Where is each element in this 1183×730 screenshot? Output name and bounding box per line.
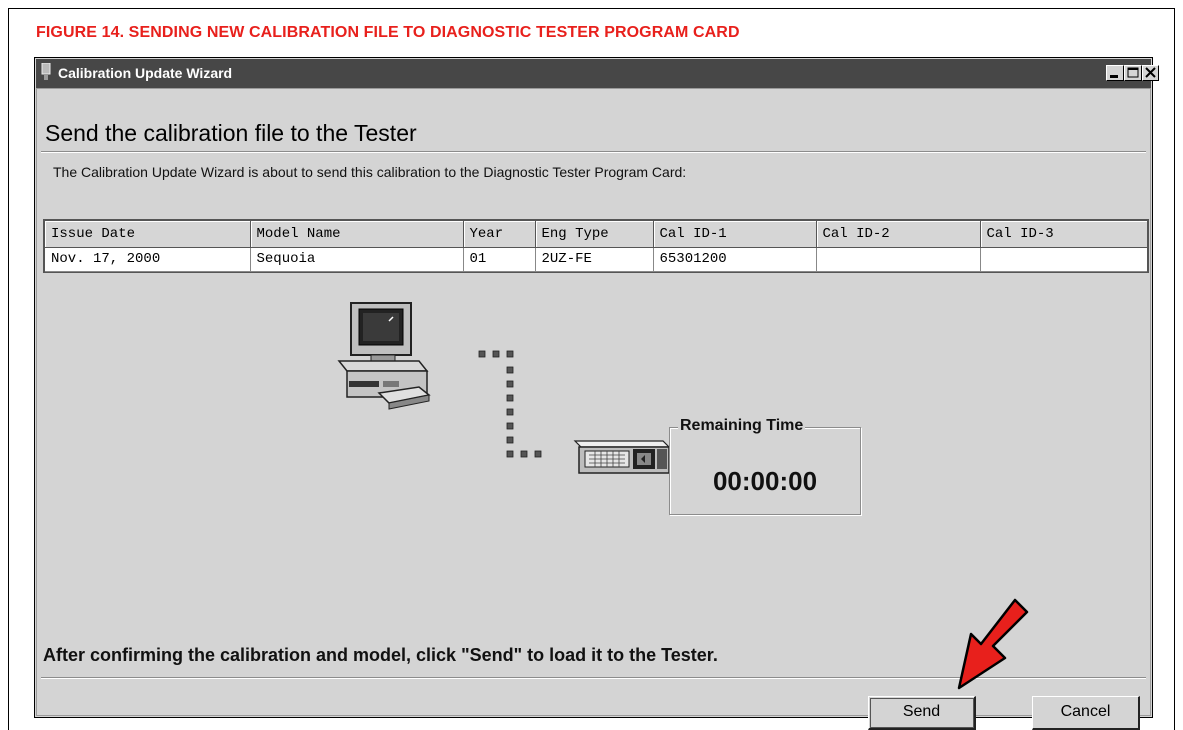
- column-header[interactable]: Cal ID-2: [816, 221, 981, 248]
- table-cell: Sequoia: [250, 247, 464, 272]
- divider: [41, 151, 1146, 153]
- close-icon: [1145, 67, 1156, 78]
- remaining-time-label: Remaining Time: [678, 417, 806, 435]
- tester-card-icon: [573, 440, 671, 474]
- send-button[interactable]: Send: [868, 696, 976, 730]
- minimize-icon: [1110, 75, 1118, 78]
- table-cell: Nov. 17, 2000: [45, 247, 251, 272]
- app-icon: [41, 63, 51, 80]
- figure-caption: FIGURE 14. SENDING NEW CALIBRATION FILE …: [36, 24, 740, 41]
- intro-text: The Calibration Update Wizard is about t…: [53, 164, 687, 180]
- remaining-time-group: Remaining Time 00:00:00: [669, 417, 861, 515]
- minimize-button[interactable]: [1106, 65, 1124, 81]
- transfer-animation: [337, 302, 671, 474]
- column-header[interactable]: Year: [463, 221, 536, 248]
- window-title: Calibration Update Wizard: [58, 65, 233, 81]
- table-row[interactable]: Nov. 17, 2000 Sequoia 01 2UZ-FE 65301200: [45, 247, 1147, 272]
- table-cell: 65301200: [653, 247, 817, 272]
- connection-dots: [478, 350, 542, 458]
- table-header-row: Issue Date Model Name Year Eng Type Cal …: [45, 221, 1147, 248]
- wizard-content: Send the calibration file to the Tester …: [36, 88, 1151, 730]
- maximize-button[interactable]: [1124, 65, 1142, 81]
- close-button[interactable]: [1142, 65, 1159, 81]
- wizard-window: Calibration Update Wizard Send the calib…: [34, 57, 1159, 730]
- computer-icon: [337, 302, 431, 410]
- page-title: Send the calibration file to the Tester: [45, 120, 417, 146]
- maximize-icon: [1127, 67, 1139, 78]
- column-header[interactable]: Cal ID-3: [980, 221, 1147, 248]
- table-cell: 01: [463, 247, 536, 272]
- instruction-text: After confirming the calibration and mod…: [43, 645, 718, 665]
- calibration-table: Issue Date Model Name Year Eng Type Cal …: [43, 219, 1149, 273]
- column-header[interactable]: Issue Date: [45, 221, 251, 248]
- red-pointer-arrow-icon: [957, 598, 1029, 690]
- remaining-time-value: 00:00:00: [712, 466, 818, 496]
- table-cell: [816, 247, 981, 272]
- table-cell: 2UZ-FE: [535, 247, 654, 272]
- column-header[interactable]: Eng Type: [535, 221, 654, 248]
- table-cell: [980, 247, 1147, 272]
- column-header[interactable]: Cal ID-1: [653, 221, 817, 248]
- column-header[interactable]: Model Name: [250, 221, 464, 248]
- title-bar[interactable]: Calibration Update Wizard: [36, 59, 1159, 88]
- cancel-button[interactable]: Cancel: [1032, 696, 1140, 730]
